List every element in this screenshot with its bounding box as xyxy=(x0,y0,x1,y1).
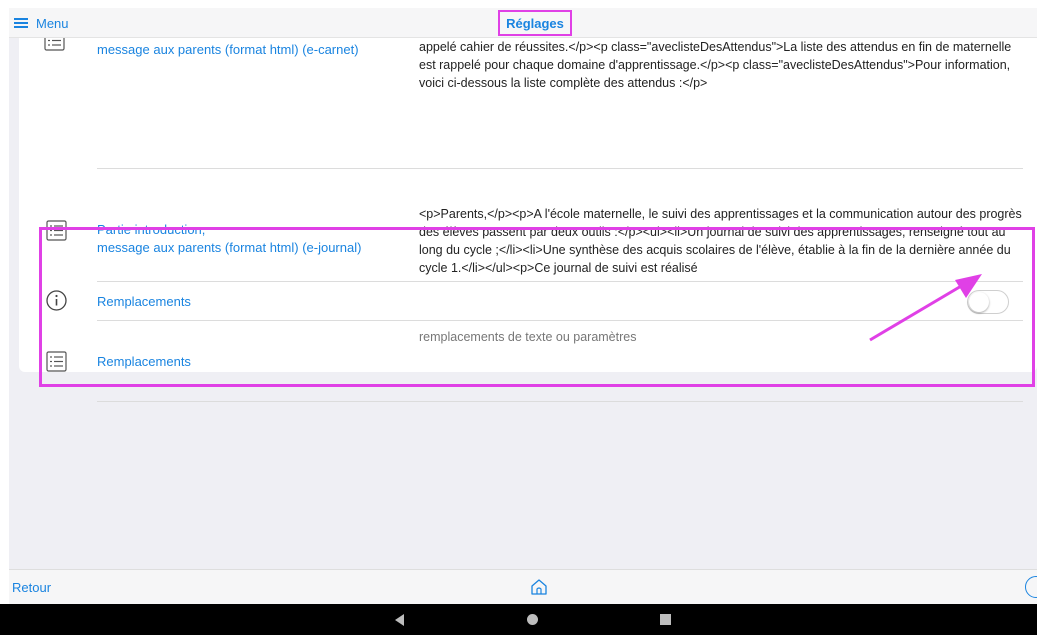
help-icon[interactable] xyxy=(1025,576,1037,598)
circle-home-icon[interactable] xyxy=(526,613,539,626)
home-icon[interactable] xyxy=(529,577,549,597)
divider xyxy=(97,168,1023,169)
divider xyxy=(97,401,1023,402)
square-recents-icon[interactable] xyxy=(660,614,671,625)
top-bar: Menu Réglages xyxy=(9,8,1037,38)
menu-label: Menu xyxy=(36,15,69,31)
hamburger-icon xyxy=(14,18,28,28)
page-title: Réglages xyxy=(498,10,572,36)
setting-label-ecarnet: message aux parents (format html) (e-car… xyxy=(97,42,359,57)
list-icon xyxy=(44,38,65,51)
annotation-arrow-icon xyxy=(869,274,982,342)
bottom-bar: Retour xyxy=(9,569,1037,604)
menu-button[interactable]: Menu xyxy=(14,13,69,33)
triangle-back-icon[interactable] xyxy=(395,614,405,626)
back-button[interactable]: Retour xyxy=(12,580,51,595)
android-nav-bar xyxy=(0,604,1037,635)
page-title-text: Réglages xyxy=(506,15,564,31)
setting-value-ecarnet: objectifs travaillés en voie d'acquisiti… xyxy=(419,40,1012,90)
screen: Menu Réglages message aux parents (forma… xyxy=(0,0,1037,635)
